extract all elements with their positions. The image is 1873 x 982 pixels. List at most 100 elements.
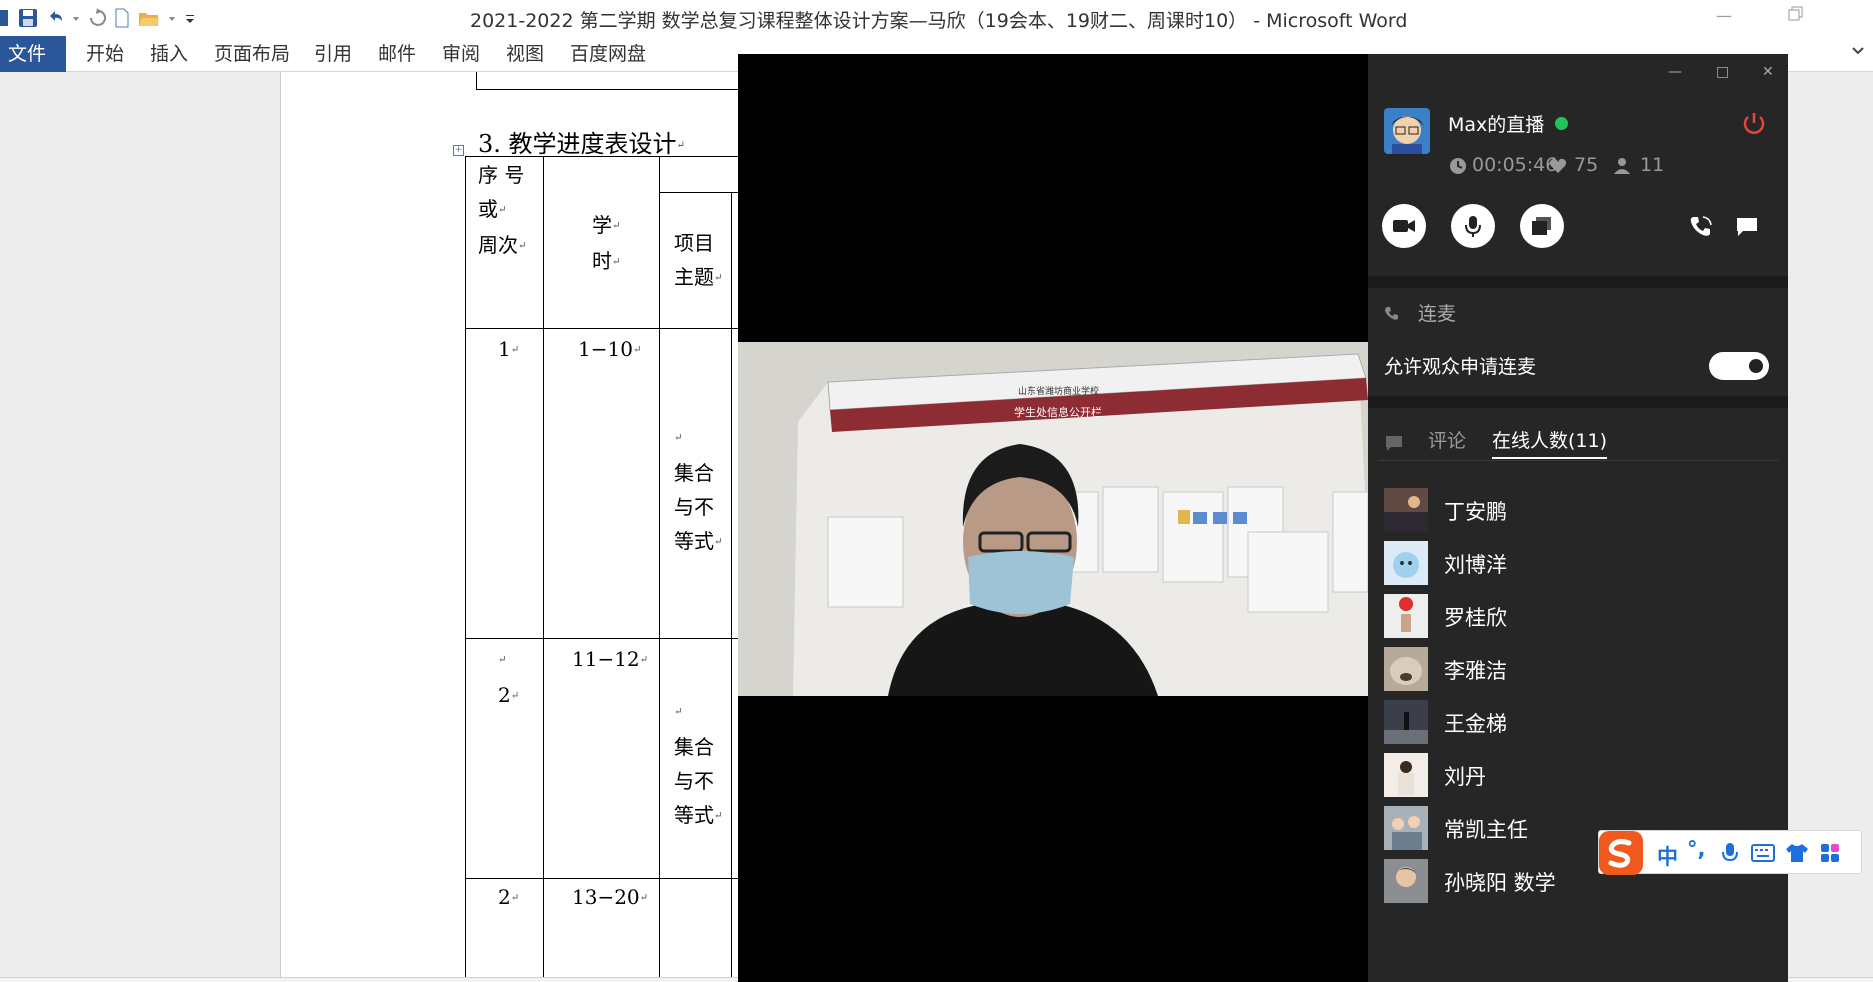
header-hours-line1: 学	[592, 213, 612, 237]
screen-share-icon	[1532, 217, 1551, 235]
list-item[interactable]: 罗桂欣	[1384, 594, 1784, 640]
paragraph-mark: ↵	[674, 706, 683, 718]
sogou-logo-icon[interactable]	[1597, 829, 1645, 877]
paragraph-mark: ↵	[639, 892, 649, 904]
word-app-icon[interactable]	[0, 8, 10, 28]
table-move-handle[interactable]: +	[453, 145, 464, 156]
paragraph-mark: ↵	[510, 892, 520, 904]
paragraph-mark: ↵	[498, 654, 507, 666]
paragraph-mark: ↵	[639, 654, 649, 666]
list-item[interactable]: 李雅洁	[1384, 647, 1784, 693]
paragraph-mark: ↵	[632, 344, 642, 356]
row-2-week: 2	[498, 682, 511, 707]
list-item[interactable]: 丁安鹏	[1384, 488, 1784, 534]
dropdown-small-icon[interactable]	[168, 8, 176, 28]
panel-minimize-button[interactable]: —	[1668, 64, 1682, 80]
panel-maximize-button[interactable]: □	[1716, 64, 1729, 80]
table-row-2-topic: ↵ 集合 与不 等式↵	[674, 694, 722, 833]
ime-voice-icon[interactable]	[1721, 841, 1739, 865]
row-1-hours: 1−10	[578, 337, 633, 361]
member-name: 丁安鹏	[1444, 500, 1507, 524]
list-item[interactable]: 刘丹	[1384, 753, 1784, 799]
restore-button[interactable]	[1788, 6, 1804, 26]
microphone-icon	[1465, 216, 1481, 237]
row-1-topic-line2: 与不	[674, 494, 714, 519]
live-video[interactable]: 山东省潍坊商业学校 学生处信息公开栏	[738, 54, 1368, 982]
allow-lianmai-label: 允许观众申请连麦	[1384, 356, 1537, 378]
chat-bubble-icon[interactable]	[1734, 214, 1760, 240]
table-row-1-hours: 1−10↵	[578, 332, 641, 368]
ime-punctuation[interactable]: °,	[1687, 837, 1705, 861]
member-name: 刘博洋	[1444, 553, 1507, 577]
header-topic-line1: 项目	[674, 231, 714, 255]
viewer-count: 11	[1640, 154, 1665, 176]
open-folder-icon[interactable]	[138, 8, 160, 28]
word-titlebar: 2021-2022 第二学期 数学总复习课程整体设计方案—马欣（19会本、19财…	[0, 0, 1873, 36]
ime-chinese-mode[interactable]: 中	[1657, 841, 1678, 871]
tab-mailings[interactable]: 邮件	[378, 36, 416, 72]
tab-home[interactable]: 开始	[86, 36, 124, 72]
table-row-1-topic: ↵ 集合 与不 等式↵	[674, 420, 722, 559]
ime-toolbox-icon[interactable]	[1819, 842, 1841, 864]
header-week-line1: 序 号	[478, 163, 525, 187]
header-week-line3: 周次	[478, 232, 518, 257]
customize-qat-icon[interactable]	[184, 8, 196, 28]
save-icon[interactable]	[18, 8, 38, 28]
member-name: 李雅洁	[1444, 659, 1507, 683]
avatar	[1384, 806, 1428, 850]
ime-skin-icon[interactable]	[1785, 842, 1809, 864]
microphone-button[interactable]	[1451, 204, 1495, 248]
paragraph-mark: ↵	[510, 344, 520, 356]
ime-keyboard-icon[interactable]	[1751, 843, 1775, 863]
allow-lianmai-toggle[interactable]	[1709, 352, 1769, 380]
tab-baidu-netdisk[interactable]: 百度网盘	[570, 36, 646, 72]
new-document-icon[interactable]	[114, 8, 130, 28]
webcam-frame: 山东省潍坊商业学校 学生处信息公开栏	[738, 342, 1368, 696]
table-row-1-week: 1↵	[498, 332, 519, 368]
row-2-topic-line3: 等式	[674, 802, 714, 827]
undo-icon[interactable]	[46, 8, 64, 28]
tab-online-members[interactable]: 在线人数(11)	[1492, 426, 1608, 459]
clock-icon	[1450, 158, 1466, 174]
live-status-indicator	[1555, 117, 1568, 130]
paragraph-mark: ↵	[510, 690, 520, 701]
screen-share-button[interactable]	[1520, 204, 1564, 248]
previous-table-end	[476, 72, 740, 90]
table-row-2-week: ↵ 2↵	[498, 642, 519, 713]
header-topic-line2: 主题	[674, 265, 714, 289]
tab-view[interactable]: 视图	[506, 36, 544, 72]
member-name: 王金梯	[1444, 712, 1507, 736]
minimize-button[interactable]: —	[1716, 6, 1732, 25]
live-duration: 00:05:46	[1472, 154, 1558, 176]
list-item[interactable]: 刘博洋	[1384, 541, 1784, 587]
host-avatar[interactable]	[1384, 108, 1430, 154]
restore-icon	[1788, 6, 1803, 21]
tab-review[interactable]: 审阅	[442, 36, 480, 72]
tab-insert[interactable]: 插入	[150, 36, 188, 72]
board-title-text: 山东省潍坊商业学校	[1018, 385, 1099, 397]
row-1-topic-line1: 集合	[674, 460, 714, 485]
camera-button[interactable]	[1382, 204, 1426, 248]
paragraph-mark: ↵	[674, 432, 683, 444]
tab-page-layout[interactable]: 页面布局	[214, 36, 290, 72]
redo-icon[interactable]	[88, 8, 106, 28]
list-item[interactable]: 王金梯	[1384, 700, 1784, 746]
tab-references[interactable]: 引用	[314, 36, 352, 72]
header-week: 序 号 或↵ 周次↵	[478, 158, 526, 263]
call-icon[interactable]	[1688, 214, 1714, 240]
power-icon[interactable]	[1741, 110, 1767, 136]
member-name: 罗桂欣	[1444, 606, 1507, 630]
avatar	[1384, 488, 1428, 532]
dropdown-small-icon[interactable]	[72, 8, 80, 28]
section-heading: 3. 教学进度表设计↵	[478, 124, 685, 159]
board-subtitle-text: 学生处信息公开栏	[1014, 405, 1102, 419]
expand-ribbon-icon[interactable]	[1851, 44, 1865, 58]
comment-icon	[1386, 436, 1402, 451]
member-name: 刘丹	[1444, 765, 1486, 789]
tab-comments[interactable]: 评论	[1428, 426, 1466, 453]
row-2-topic-line2: 与不	[674, 768, 714, 793]
panel-close-button[interactable]: ✕	[1762, 64, 1774, 80]
host-avatar-image	[1384, 108, 1430, 154]
viewer-icon	[1614, 158, 1630, 174]
tab-file[interactable]: 文件	[0, 36, 66, 72]
